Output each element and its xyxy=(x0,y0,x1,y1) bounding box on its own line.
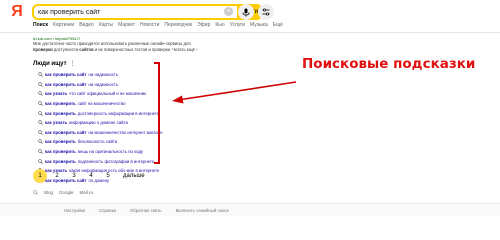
tab-video[interactable]: Видео xyxy=(79,22,94,30)
search-icon xyxy=(38,149,43,154)
header-divider xyxy=(0,32,500,33)
snippet-bold1: проверки xyxy=(33,46,53,52)
page-1[interactable]: 1 xyxy=(33,169,47,183)
page-5[interactable]: 5 xyxy=(101,169,115,183)
previous-search-result: it-hub.com › is/post/79517/ Мне достаточ… xyxy=(33,36,233,52)
people-search-heading: Люди ищут ⋮ xyxy=(33,60,76,68)
search-icon xyxy=(38,120,43,126)
suggestion-item[interactable]: как проверить безопасность сайта xyxy=(38,137,168,147)
suggestion-item[interactable]: как узнать информацию о домене сайта xyxy=(38,118,168,128)
logo-text: Я xyxy=(11,3,23,20)
yandex-logo[interactable]: Я xyxy=(6,3,28,21)
page-3[interactable]: 3 xyxy=(67,169,81,183)
search-box[interactable]: × Найти xyxy=(32,4,262,20)
suggestion-rest: безопасность сайта xyxy=(77,139,118,145)
footer-link-mailru[interactable]: Mail.ru xyxy=(80,190,94,195)
suggestion-query: как проверить xyxy=(45,139,76,145)
snippet-line1: Мне достаточно часто приходится использо… xyxy=(33,41,191,46)
search-icon xyxy=(33,190,38,195)
search-icon xyxy=(38,158,43,164)
footer-link-blog[interactable]: Blog xyxy=(44,190,53,195)
snippet-mid: доступности xyxy=(52,46,80,52)
more-options-icon[interactable]: ⋮ xyxy=(70,60,76,67)
sliders-icon xyxy=(262,8,270,16)
suggestion-query: как узнать xyxy=(45,91,68,97)
tab-market[interactable]: Маркет xyxy=(118,22,135,30)
search-icon xyxy=(38,91,43,97)
tab-translator[interactable]: Переводчик xyxy=(164,22,192,30)
search-icon xyxy=(38,139,43,145)
suggestion-query: как проверить сайт xyxy=(45,129,87,135)
microphone-icon xyxy=(242,8,250,16)
suggestion-item[interactable]: как проверить сайт на мошенничество xyxy=(38,99,168,109)
tab-efir[interactable]: Эфир xyxy=(197,22,210,30)
search-suggestions-list: как проверить сайт на надежность как пров… xyxy=(38,70,168,185)
snippet-bold2: сайтов xyxy=(79,46,94,52)
suggestion-rest: подлинность фотографии в интернете xyxy=(77,158,155,164)
tab-search[interactable]: Поиск xyxy=(33,22,48,30)
tab-images[interactable]: Картинки xyxy=(53,22,74,30)
annotation-label: Поисковые подсказки xyxy=(302,56,476,72)
suggestion-item[interactable]: как проверить сайт на надежность xyxy=(38,70,168,80)
footer-help[interactable]: Справка xyxy=(99,208,116,213)
result-snippet: Мне достаточно часто приходится использо… xyxy=(33,41,233,52)
suggestion-item[interactable]: как проверить достоверность информации в… xyxy=(38,108,168,118)
page-4[interactable]: 4 xyxy=(84,169,98,183)
footer-bar: Настройки Справка Обратная связь Включит… xyxy=(0,203,500,216)
tab-q[interactable]: Кью xyxy=(215,22,224,30)
tab-maps[interactable]: Карты xyxy=(99,22,113,30)
search-icon xyxy=(38,110,43,116)
search-input[interactable] xyxy=(38,6,218,18)
tab-music[interactable]: Музыка xyxy=(250,22,268,30)
annotation-bracket xyxy=(154,62,160,164)
suggestion-item[interactable]: как узнать что сайт официальный и не мош… xyxy=(38,89,168,99)
footer-family-search[interactable]: Включить семейный поиск xyxy=(176,208,229,213)
suggestion-item[interactable]: как проверить вещь на оригинальность по … xyxy=(38,147,168,157)
suggestion-query: как проверить xyxy=(45,149,76,155)
tab-news[interactable]: Новости xyxy=(140,22,159,30)
suggestion-item[interactable]: как проверить подлинность фотографии в и… xyxy=(38,156,168,166)
suggestion-query: как проверить сайт xyxy=(45,72,87,78)
footer-feedback[interactable]: Обратная связь xyxy=(130,208,162,213)
search-icon xyxy=(38,72,43,78)
snippet-end: и их поверхностных тестов и проверки. Чи… xyxy=(93,46,198,52)
footer-settings[interactable]: Настройки xyxy=(64,208,85,213)
footer-bar-items: Настройки Справка Обратная связь Включит… xyxy=(64,208,229,213)
suggestion-item[interactable]: как проверить сайт на мошенничество инте… xyxy=(38,128,168,138)
microphone-button[interactable] xyxy=(238,4,254,20)
search-icon xyxy=(38,130,43,135)
header: Я × Найти Поиск Картинки Видео Карты Мар… xyxy=(0,0,500,34)
tab-more[interactable]: Ещё xyxy=(273,22,283,30)
suggestion-rest: на мошенничество интернет магазин xyxy=(88,129,163,135)
clear-icon[interactable]: × xyxy=(224,7,233,16)
suggestion-query: как проверить xyxy=(45,101,76,107)
suggestion-rest: на надежность xyxy=(88,72,119,78)
suggestion-query: как узнать xyxy=(45,120,68,126)
search-icon xyxy=(38,101,43,106)
settings-button[interactable] xyxy=(258,4,274,20)
pagination: 1 2 3 4 5 дальше xyxy=(33,169,145,183)
suggestion-query: как проверить xyxy=(45,110,76,116)
tab-services[interactable]: Услуги xyxy=(230,22,245,30)
suggestion-query: как проверить сайт xyxy=(45,81,87,87)
suggestion-rest: что сайт официальный и не мошенник xyxy=(69,91,147,97)
suggestion-rest: на надежность xyxy=(88,81,119,87)
footer-search-engines: Blog Google Mail.ru xyxy=(33,190,93,195)
people-search-title: Люди ищут xyxy=(33,60,67,67)
page-2[interactable]: 2 xyxy=(50,169,64,183)
suggestion-rest: вещь на оригинальность по коду xyxy=(77,149,144,155)
suggestion-rest: информацию о домене сайта xyxy=(69,120,128,126)
suggestion-rest: сайт на мошенничество xyxy=(77,101,126,107)
suggestion-query: как проверить xyxy=(45,158,76,164)
search-icon xyxy=(38,82,43,87)
footer-link-google[interactable]: Google xyxy=(59,190,74,195)
suggestion-rest: достоверность информации в интернете xyxy=(77,110,160,116)
next-page-link[interactable]: дальше xyxy=(123,173,145,179)
suggestion-item[interactable]: как проверить сайт на надежность xyxy=(38,80,168,90)
search-tabs: Поиск Картинки Видео Карты Маркет Новост… xyxy=(33,22,283,30)
